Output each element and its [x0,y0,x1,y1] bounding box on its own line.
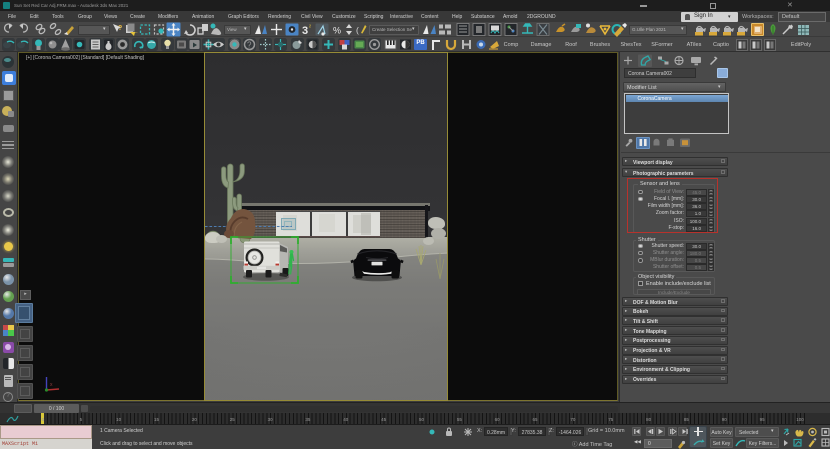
svg-text:²: ² [309,25,311,31]
svg-text:3: 3 [302,25,308,37]
svg-text:x: x [50,382,53,388]
svg-text:%: % [333,26,341,36]
svg-text:?: ? [247,41,252,50]
svg-text:(: ( [356,25,359,35]
svg-text:?: ? [118,25,122,32]
